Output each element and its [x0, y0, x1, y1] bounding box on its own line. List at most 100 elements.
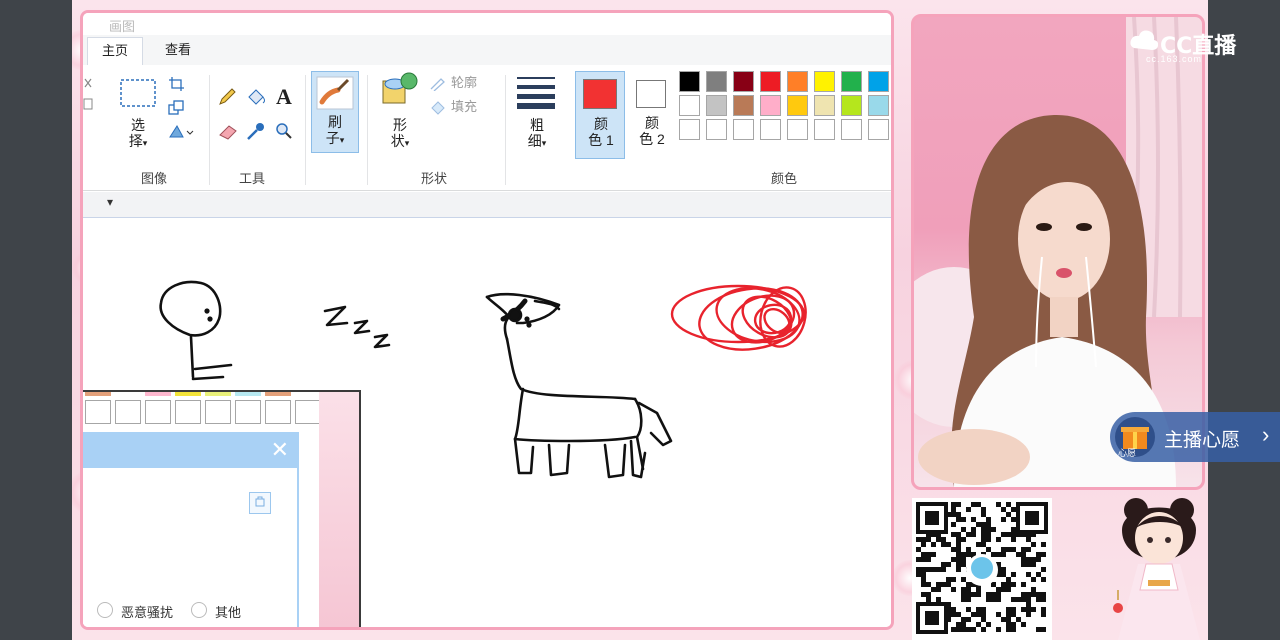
color-swatch[interactable] [841, 119, 862, 140]
tab-view[interactable]: 查看 [151, 37, 205, 65]
color-swatch[interactable] [868, 71, 889, 92]
shapes-icon[interactable] [379, 71, 419, 107]
streamer-wish-button[interactable]: 心愿 主播心愿 › [1110, 412, 1280, 462]
color-swatch[interactable] [760, 95, 781, 116]
qr-module [961, 622, 966, 627]
qr-module [961, 557, 966, 562]
group-shapes-label: 形状 [421, 171, 448, 186]
qr-module [991, 527, 996, 532]
qr-code[interactable] [912, 498, 1052, 640]
upload-icon[interactable] [249, 492, 271, 514]
resize-icon[interactable] [167, 99, 187, 117]
qr-module [996, 552, 1001, 557]
fill-icon[interactable] [429, 99, 447, 115]
group-divider [505, 75, 506, 185]
color-swatch[interactable] [814, 71, 835, 92]
qr-module [996, 597, 1001, 602]
radio-other[interactable] [191, 602, 207, 618]
qr-module [971, 502, 976, 507]
group-colors-label: 颜色 [771, 171, 798, 186]
tab-home[interactable]: 主页 [87, 37, 144, 65]
color-picker-icon[interactable] [245, 121, 267, 141]
color-swatch[interactable] [706, 71, 727, 92]
customize-qat-icon[interactable]: ▾ [107, 195, 113, 209]
qr-module [956, 622, 961, 627]
close-icon[interactable]: ✕ [271, 437, 289, 463]
crop-icon[interactable] [167, 75, 187, 93]
qr-module [1021, 547, 1026, 552]
qr-module [986, 532, 991, 537]
strip-swatch [115, 392, 141, 396]
qr-module [956, 557, 961, 562]
color-swatch[interactable] [679, 119, 700, 140]
text-tool-icon[interactable]: A [273, 84, 295, 109]
fill-label[interactable]: 填充 [451, 99, 477, 115]
qr-code-image [916, 502, 1048, 634]
strip-swatch [175, 400, 201, 424]
fill-bucket-icon[interactable] [245, 87, 267, 107]
color2-button[interactable]: 颜 色 2 [629, 71, 675, 159]
size-label[interactable]: 粗 细▾ [525, 117, 549, 151]
color-swatch[interactable] [706, 119, 727, 140]
qr-module [956, 512, 961, 517]
color1-swatch [583, 79, 617, 109]
qr-module [981, 522, 986, 527]
brush-label: 刷 子▾ [324, 114, 346, 148]
strip-swatch [145, 392, 171, 396]
color-swatch[interactable] [868, 95, 889, 116]
color-swatch[interactable] [733, 119, 754, 140]
color-swatch[interactable] [706, 95, 727, 116]
magnifier-icon[interactable] [273, 121, 295, 141]
radio-harassment[interactable] [97, 602, 113, 618]
brush-button[interactable]: 刷 子▾ [311, 71, 359, 153]
qr-module [1036, 572, 1041, 577]
qr-module [986, 597, 991, 602]
qr-module [1026, 597, 1031, 602]
color-swatch[interactable] [814, 95, 835, 116]
color-swatch[interactable] [733, 95, 754, 116]
color-swatch[interactable] [760, 119, 781, 140]
color-swatch[interactable] [679, 71, 700, 92]
color-swatch[interactable] [760, 71, 781, 92]
color-swatch[interactable] [841, 71, 862, 92]
outline-label[interactable]: 轮廓 [451, 75, 477, 91]
color-swatch[interactable] [814, 119, 835, 140]
shapes-label[interactable]: 形 状▾ [388, 117, 412, 151]
size-icon[interactable] [515, 73, 557, 109]
qr-module [976, 542, 981, 547]
color-swatch[interactable] [787, 95, 808, 116]
option-other-label: 其他 [215, 605, 242, 620]
color-swatch[interactable] [868, 119, 889, 140]
clipboard-icon[interactable] [83, 73, 93, 113]
outline-icon[interactable] [429, 75, 447, 91]
eraser-icon[interactable] [217, 121, 239, 141]
qr-module [1006, 612, 1011, 617]
color-swatch[interactable] [733, 71, 754, 92]
pencil-icon[interactable] [217, 87, 237, 107]
color-swatch[interactable] [841, 95, 862, 116]
size-label-line2: 细 [527, 133, 542, 149]
color1-button[interactable]: 颜 色 1 [575, 71, 625, 159]
mascot-image [1092, 490, 1208, 640]
qr-module [986, 547, 991, 552]
qr-module [946, 542, 951, 547]
qr-module [991, 552, 996, 557]
qr-module [961, 537, 966, 542]
select-label[interactable]: 选 择▾ [127, 117, 149, 151]
qr-module [951, 587, 956, 592]
qr-module [991, 582, 996, 587]
qr-module [956, 532, 961, 537]
qr-module [971, 627, 976, 632]
qr-module [926, 597, 931, 602]
color-swatch[interactable] [787, 71, 808, 92]
qr-module [1011, 582, 1016, 587]
rotate-icon[interactable] [167, 123, 195, 141]
qr-module [941, 582, 946, 587]
color-swatch[interactable] [679, 95, 700, 116]
shapes-label-line2: 状 [390, 133, 405, 149]
brush-label-line2: 子 [325, 130, 340, 146]
select-icon[interactable] [119, 77, 157, 109]
qr-module [961, 562, 966, 567]
qr-module [1041, 607, 1046, 612]
color-swatch[interactable] [787, 119, 808, 140]
